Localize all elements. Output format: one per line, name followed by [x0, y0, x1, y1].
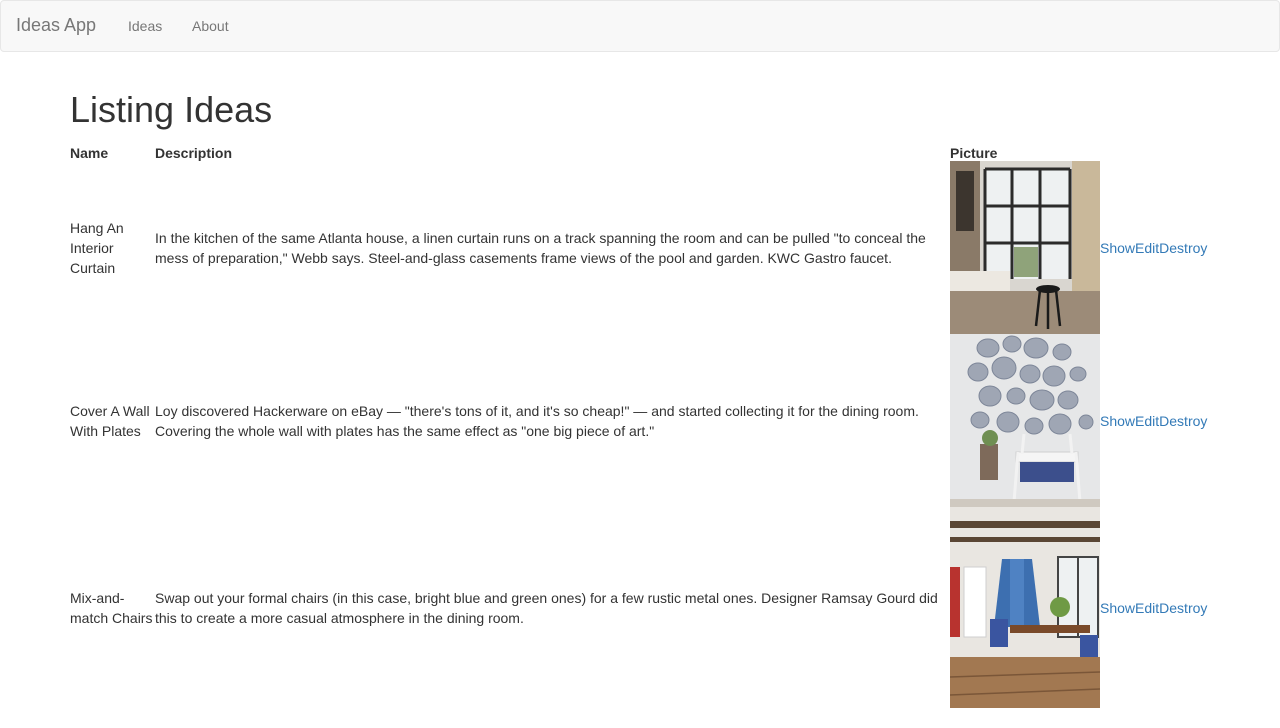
idea-picture-kitchen — [950, 161, 1100, 334]
idea-picture-cell — [950, 334, 1100, 507]
nav-link-about[interactable]: About — [192, 18, 229, 34]
row-actions: ShowEditDestroy — [1100, 161, 1215, 334]
table-row: Mix-and-match Chairs Swap out your forma… — [70, 507, 1215, 708]
row-actions: ShowEditDestroy — [1100, 507, 1215, 708]
table-row: Hang An Interior Curtain In the kitchen … — [70, 161, 1215, 334]
idea-description: Loy discovered Hackerware on eBay — "the… — [155, 402, 919, 439]
idea-picture-cell — [950, 161, 1100, 334]
edit-link[interactable]: Edit — [1135, 600, 1159, 616]
table-row: Cover A Wall With Plates Loy discovered … — [70, 334, 1215, 507]
destroy-link[interactable]: Destroy — [1159, 413, 1207, 429]
column-header-description: Description — [155, 145, 233, 161]
show-link[interactable]: Show — [1100, 240, 1135, 256]
idea-name: Mix-and-match Chairs — [70, 589, 153, 626]
idea-description: Swap out your formal chairs (in this cas… — [155, 589, 938, 626]
show-link[interactable]: Show — [1100, 413, 1135, 429]
idea-name: Hang An Interior Curtain — [70, 219, 124, 276]
show-link[interactable]: Show — [1100, 600, 1135, 616]
edit-link[interactable]: Edit — [1135, 240, 1159, 256]
column-header-name: Name — [70, 145, 109, 161]
navbar: Ideas App Ideas About — [0, 0, 1280, 52]
page-title: Listing Ideas — [70, 89, 273, 130]
navbar-brand[interactable]: Ideas App — [16, 15, 96, 36]
idea-picture-plates — [950, 334, 1100, 507]
idea-picture-dining-room — [950, 507, 1100, 708]
destroy-link[interactable]: Destroy — [1159, 600, 1207, 616]
table-header-row: Name Description Picture — [70, 141, 1215, 161]
nav-link-ideas[interactable]: Ideas — [128, 18, 162, 34]
ideas-table: Name Description Picture Hang An Interio… — [70, 141, 1215, 708]
column-header-picture: Picture — [950, 145, 998, 161]
destroy-link[interactable]: Destroy — [1159, 240, 1207, 256]
idea-name: Cover A Wall With Plates — [70, 402, 150, 439]
column-header-actions — [1100, 141, 1215, 161]
edit-link[interactable]: Edit — [1135, 413, 1159, 429]
idea-picture-cell — [950, 507, 1100, 708]
idea-description: In the kitchen of the same Atlanta house… — [155, 229, 926, 266]
row-actions: ShowEditDestroy — [1100, 334, 1215, 507]
